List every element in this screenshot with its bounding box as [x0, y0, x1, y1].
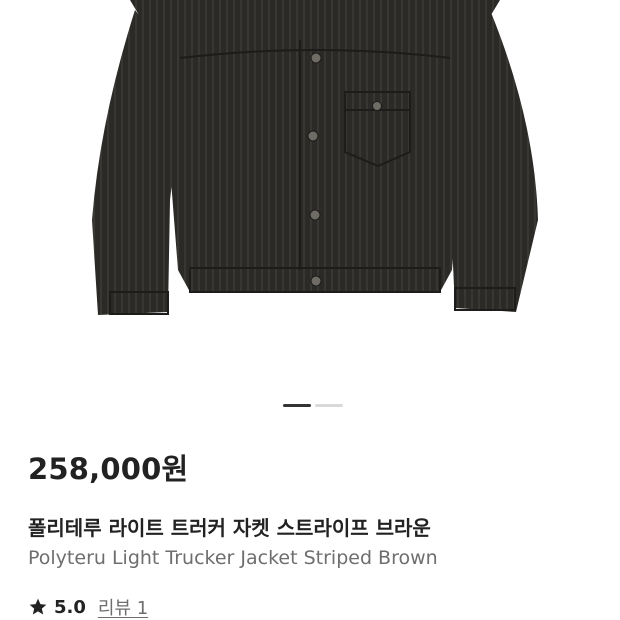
- rating-score: 5.0: [54, 596, 86, 618]
- product-title-english: Polyteru Light Trucker Jacket Striped Br…: [28, 547, 438, 569]
- product-detail-page: 258,000원 폴리테루 라이트 트러커 자켓 스트라이프 브라운 Polyt…: [0, 0, 620, 620]
- star-icon: [29, 598, 47, 615]
- jacket-photo: [92, 0, 538, 315]
- carousel-dot[interactable]: [315, 404, 343, 407]
- product-image[interactable]: [0, 0, 620, 360]
- carousel-dot-active[interactable]: [283, 404, 311, 407]
- product-title-korean: 폴리테루 라이트 트러커 자켓 스트라이프 브라운: [28, 516, 431, 540]
- product-price: 258,000원: [28, 452, 189, 486]
- review-count-link[interactable]: 리뷰 1: [98, 594, 148, 620]
- rating-row: 5.0 리뷰 1: [28, 594, 148, 620]
- carousel-indicator: [283, 404, 343, 407]
